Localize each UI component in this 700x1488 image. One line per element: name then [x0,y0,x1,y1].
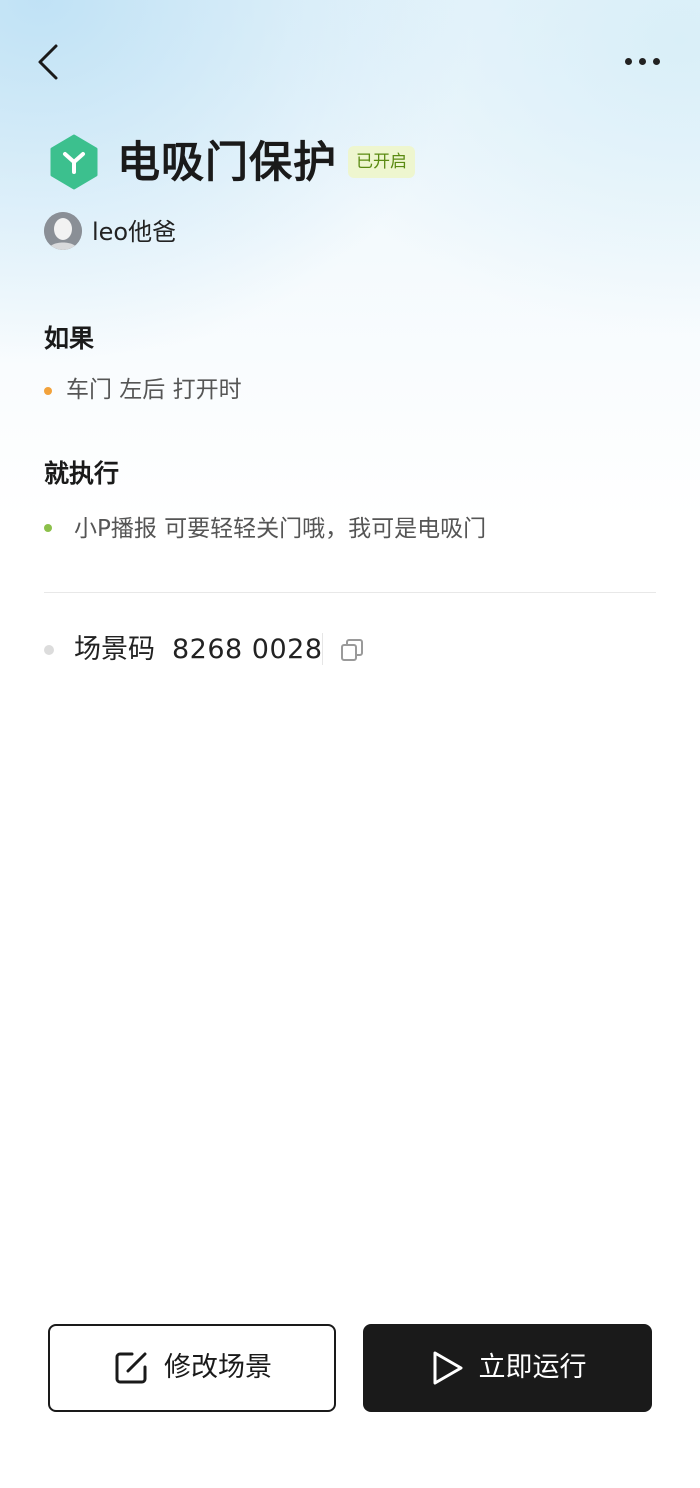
run-now-label: 立即运行 [478,1352,587,1383]
scene-hexagon-icon [50,134,98,190]
action-heading: 就执行 [44,459,120,488]
run-now-button[interactable]: 立即运行 [363,1324,652,1412]
edit-icon [115,1352,147,1384]
play-icon [433,1351,462,1385]
divider [44,592,656,593]
condition-text: 车门 左后 打开时 [66,377,242,403]
chevron-left-icon [38,44,58,80]
condition-heading: 如果 [44,324,95,353]
user-avatar-icon [44,212,82,250]
more-button[interactable] [614,44,670,78]
scene-code-value: 8268 0028 [172,634,323,665]
copy-icon [341,639,363,661]
scene-code-label: 场景码 [74,634,155,665]
action-bullet [44,524,52,532]
avatar [44,212,82,250]
edit-scene-label: 修改场景 [164,1352,272,1383]
action-text: 小P播报 可要轻轻关门哦，我可是电吸门 [74,516,487,542]
condition-bullet [44,387,52,395]
edit-scene-button[interactable]: 修改场景 [48,1324,336,1412]
status-badge: 已开启 [348,146,415,178]
scene-code-separator [322,633,323,665]
more-horizontal-icon [624,57,660,65]
copy-button[interactable] [336,634,368,666]
back-button[interactable] [28,38,72,86]
scene-code-bullet [44,645,54,655]
scene-title: 电吸门保护 [117,138,337,188]
author-name: leo他爸 [92,218,177,246]
